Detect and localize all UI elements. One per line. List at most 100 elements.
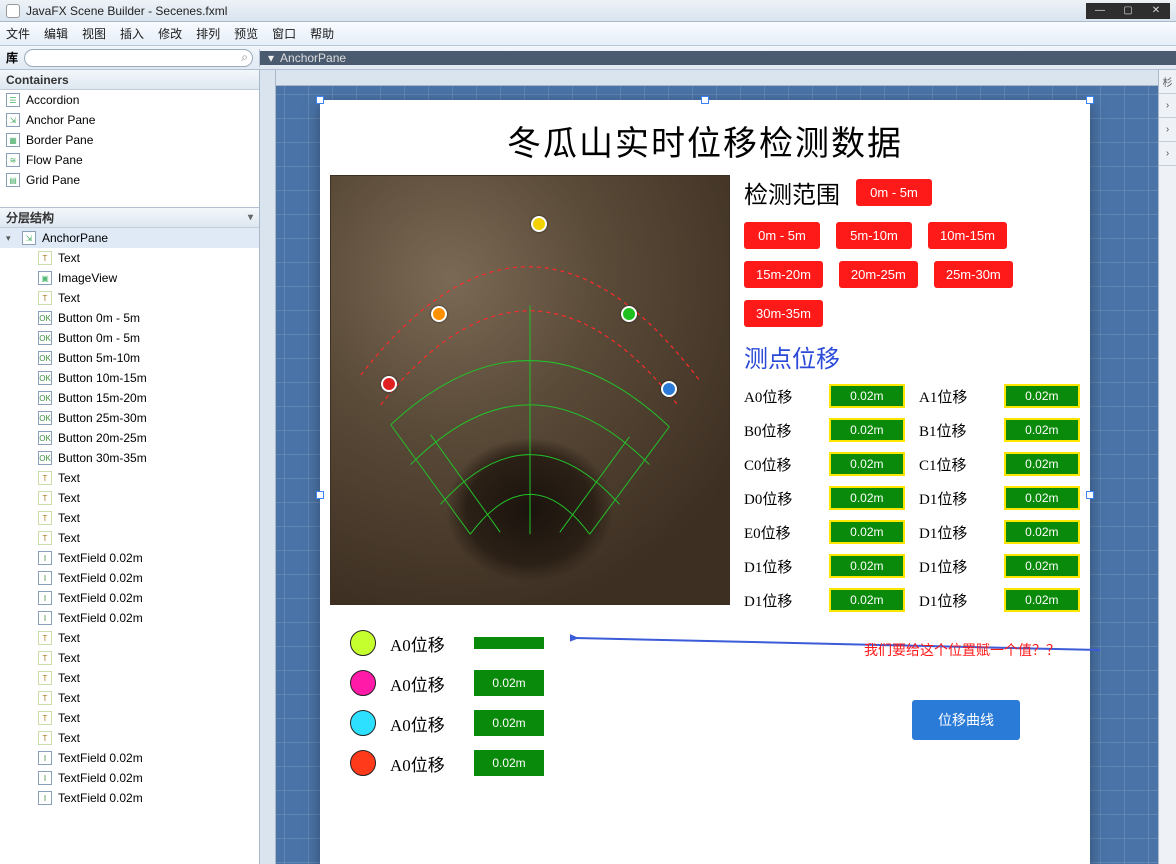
hierarchy-item[interactable]: OKButton 0m - 5m: [0, 328, 259, 348]
range-button[interactable]: 0m - 5m: [856, 179, 932, 206]
scene-title: 冬瓜山实时位移检测数据: [320, 100, 1090, 175]
hierarchy-item[interactable]: TText: [0, 708, 259, 728]
range-button[interactable]: 15m-20m: [744, 261, 823, 288]
hierarchy-item[interactable]: ITextField 0.02m: [0, 568, 259, 588]
lib-anchorpane[interactable]: ⇲Anchor Pane: [0, 110, 259, 130]
menu-insert[interactable]: 插入: [120, 25, 144, 42]
inspector-tab[interactable]: ›: [1159, 118, 1176, 142]
hierarchy-item[interactable]: TText: [0, 468, 259, 488]
hierarchy-item[interactable]: OKButton 5m-10m: [0, 348, 259, 368]
maximize-button[interactable]: ▢: [1114, 3, 1142, 19]
hierarchy-item[interactable]: ITextField 0.02m: [0, 748, 259, 768]
range-button[interactable]: 20m-25m: [839, 261, 918, 288]
library-section-header[interactable]: Containers: [0, 70, 259, 90]
displacement-value[interactable]: 0.02m: [829, 520, 905, 544]
displacement-value[interactable]: 0.02m: [829, 384, 905, 408]
displacement-value[interactable]: 0.02m: [1004, 554, 1080, 578]
cave-imageview[interactable]: [330, 175, 730, 605]
hierarchy-item[interactable]: TText: [0, 688, 259, 708]
marker-blue[interactable]: [661, 381, 677, 397]
legend-value[interactable]: 0.02m: [474, 710, 544, 736]
selection-handle[interactable]: [1086, 96, 1094, 104]
hierarchy-item[interactable]: ITextField 0.02m: [0, 768, 259, 788]
displacement-value[interactable]: 0.02m: [1004, 486, 1080, 510]
hierarchy-root[interactable]: ▾ ⇲ AnchorPane: [0, 228, 259, 248]
marker-orange[interactable]: [431, 306, 447, 322]
range-button[interactable]: 25m-30m: [934, 261, 1013, 288]
range-button[interactable]: 5m-10m: [836, 222, 912, 249]
hierarchy-item[interactable]: TText: [0, 628, 259, 648]
hierarchy-item[interactable]: OKButton 25m-30m: [0, 408, 259, 428]
hierarchy-item[interactable]: TText: [0, 648, 259, 668]
displacement-value[interactable]: 0.02m: [1004, 418, 1080, 442]
marker-yellow[interactable]: [531, 216, 547, 232]
disclosure-icon[interactable]: ▾: [6, 233, 16, 244]
hierarchy-tree[interactable]: ▾ ⇲ AnchorPane TText▣ImageViewTTextOKBut…: [0, 228, 259, 864]
range-button[interactable]: 30m-35m: [744, 300, 823, 327]
design-canvas[interactable]: 冬瓜山实时位移检测数据: [260, 70, 1158, 864]
artboard-anchorpane[interactable]: 冬瓜山实时位移检测数据: [320, 100, 1090, 864]
hierarchy-item[interactable]: OKButton 30m-35m: [0, 448, 259, 468]
hierarchy-item[interactable]: ITextField 0.02m: [0, 788, 259, 808]
displacement-value[interactable]: 0.02m: [1004, 588, 1080, 612]
inspector-tab[interactable]: 杉: [1159, 70, 1176, 94]
hierarchy-item[interactable]: ITextField 0.02m: [0, 608, 259, 628]
selection-handle[interactable]: [316, 96, 324, 104]
displacement-value[interactable]: 0.02m: [829, 486, 905, 510]
legend-value[interactable]: [474, 637, 544, 649]
hierarchy-item[interactable]: ITextField 0.02m: [0, 548, 259, 568]
close-button[interactable]: ✕: [1142, 3, 1170, 19]
hierarchy-item[interactable]: TText: [0, 488, 259, 508]
menu-edit[interactable]: 编辑: [44, 25, 68, 42]
inspector-tab[interactable]: ›: [1159, 94, 1176, 118]
lib-gridpane[interactable]: ▤Grid Pane: [0, 170, 259, 190]
displacement-value[interactable]: 0.02m: [829, 418, 905, 442]
menu-preview[interactable]: 预览: [234, 25, 258, 42]
menu-file[interactable]: 文件: [6, 25, 30, 42]
displacement-value[interactable]: 0.02m: [1004, 384, 1080, 408]
hierarchy-item[interactable]: OKButton 10m-15m: [0, 368, 259, 388]
range-button[interactable]: 0m - 5m: [744, 222, 820, 249]
hierarchy-item[interactable]: OKButton 20m-25m: [0, 428, 259, 448]
breadcrumb-root[interactable]: AnchorPane: [280, 51, 346, 65]
selection-handle[interactable]: [701, 96, 709, 104]
inspector-tab[interactable]: ›: [1159, 142, 1176, 166]
menu-modify[interactable]: 修改: [158, 25, 182, 42]
selection-handle[interactable]: [316, 491, 324, 499]
hierarchy-item[interactable]: TText: [0, 728, 259, 748]
displacement-value[interactable]: 0.02m: [1004, 520, 1080, 544]
chevron-down-icon[interactable]: ▾: [248, 212, 253, 223]
lib-accordion[interactable]: ☰Accordion: [0, 90, 259, 110]
legend-value[interactable]: 0.02m: [474, 750, 544, 776]
hierarchy-item[interactable]: TText: [0, 528, 259, 548]
displacement-value[interactable]: 0.02m: [829, 452, 905, 476]
hierarchy-item[interactable]: OKButton 0m - 5m: [0, 308, 259, 328]
hierarchy-item[interactable]: OKButton 15m-20m: [0, 388, 259, 408]
hierarchy-header[interactable]: 分层结构 ▾: [0, 208, 259, 228]
hierarchy-item[interactable]: TText: [0, 508, 259, 528]
selection-handle[interactable]: [1086, 491, 1094, 499]
hierarchy-item[interactable]: ITextField 0.02m: [0, 588, 259, 608]
displacement-value[interactable]: 0.02m: [1004, 452, 1080, 476]
minimize-button[interactable]: —: [1086, 3, 1114, 19]
menu-window[interactable]: 窗口: [272, 25, 296, 42]
menu-arrange[interactable]: 排列: [196, 25, 220, 42]
lib-borderpane[interactable]: ▦Border Pane: [0, 130, 259, 150]
displacement-value[interactable]: 0.02m: [829, 554, 905, 578]
curve-button[interactable]: 位移曲线: [912, 700, 1020, 740]
inspector-panel-collapsed[interactable]: 杉 › › ›: [1158, 70, 1176, 864]
search-input[interactable]: [24, 49, 253, 67]
chevron-down-icon[interactable]: ▾: [268, 51, 274, 65]
marker-red[interactable]: [381, 376, 397, 392]
legend-value[interactable]: 0.02m: [474, 670, 544, 696]
hierarchy-item[interactable]: ▣ImageView: [0, 268, 259, 288]
hierarchy-item[interactable]: TText: [0, 248, 259, 268]
lib-flowpane[interactable]: ≋Flow Pane: [0, 150, 259, 170]
menu-help[interactable]: 帮助: [310, 25, 334, 42]
range-button[interactable]: 10m-15m: [928, 222, 1007, 249]
menu-view[interactable]: 视图: [82, 25, 106, 42]
marker-green[interactable]: [621, 306, 637, 322]
displacement-value[interactable]: 0.02m: [829, 588, 905, 612]
hierarchy-item[interactable]: TText: [0, 288, 259, 308]
hierarchy-item[interactable]: TText: [0, 668, 259, 688]
